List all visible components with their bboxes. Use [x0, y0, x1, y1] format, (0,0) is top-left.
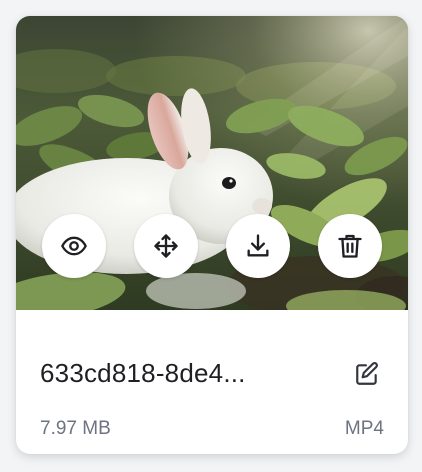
file-type: MP4	[344, 418, 384, 439]
file-size: 7.97 MB	[40, 418, 111, 439]
file-name: 633cd818-8de4...	[40, 358, 246, 388]
move-button[interactable]	[134, 214, 198, 278]
rename-button[interactable]	[352, 359, 382, 389]
file-info: 633cd818-8de4... 7.97 MB MP4	[16, 310, 408, 454]
pencil-icon	[356, 362, 378, 385]
move-arrows-icon	[154, 234, 178, 258]
thumbnail-actions	[16, 214, 408, 278]
delete-button[interactable]	[318, 214, 382, 278]
trash-icon	[338, 234, 362, 258]
download-button[interactable]	[226, 214, 290, 278]
video-thumbnail[interactable]	[16, 16, 408, 310]
eye-icon	[61, 236, 87, 256]
preview-button[interactable]	[42, 214, 106, 278]
download-icon	[247, 234, 269, 257]
file-card[interactable]: 633cd818-8de4... 7.97 MB MP4	[16, 16, 408, 454]
